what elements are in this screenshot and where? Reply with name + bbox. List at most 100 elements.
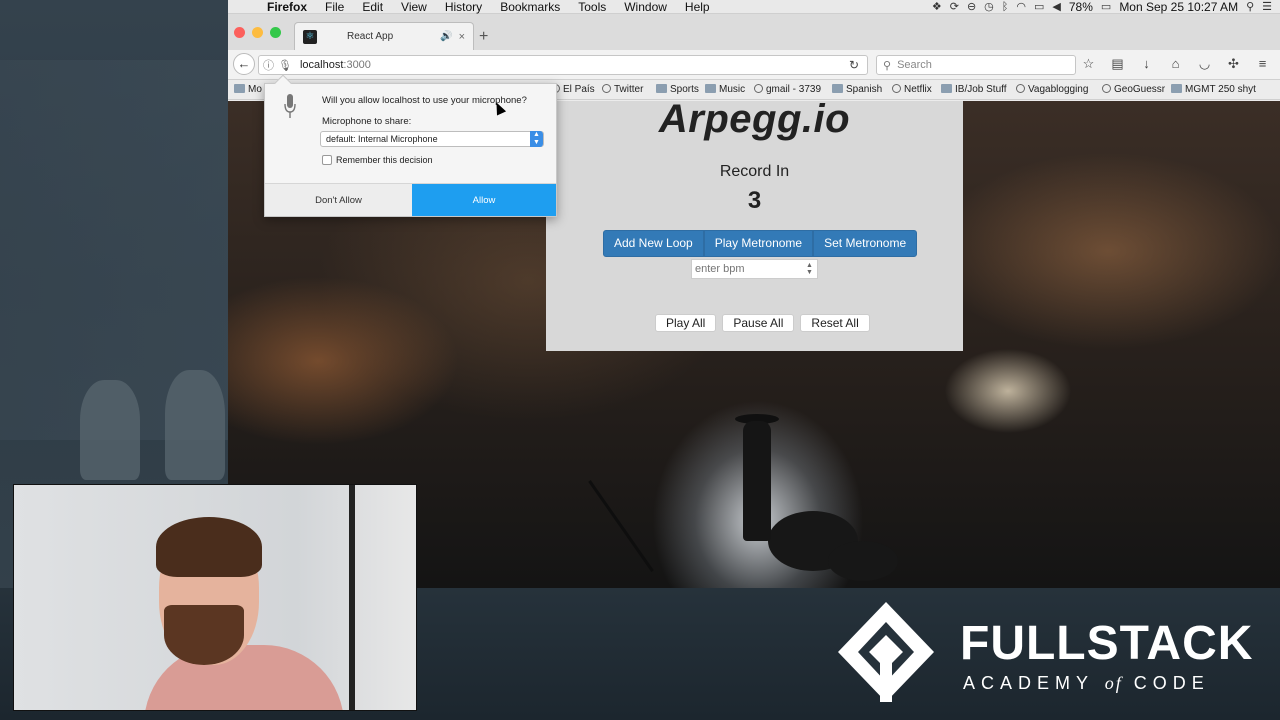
bookmark-folder-icon [941,84,952,93]
webcam-overlay [13,484,417,711]
bookmark-item[interactable]: gmail - 3739 [754,84,821,95]
clock[interactable]: Mon Sep 25 10:27 AM [1119,0,1238,14]
search-icon: ⚲ [883,59,892,72]
bpm-input[interactable] [691,259,818,279]
zoom-window-button[interactable] [270,27,281,38]
microphone-icon[interactable]: 🎙 [278,59,292,72]
dropbox-icon[interactable]: ❖ [932,0,942,13]
pocket-icon[interactable]: ◡ [1194,56,1215,72]
share-label: Microphone to share: [322,116,412,127]
search-input[interactable]: ⚲ Search [876,55,1076,75]
remember-checkbox[interactable] [322,155,332,165]
bookmark-folder-icon [832,84,843,93]
set-metronome-button[interactable]: Set Metronome [813,230,918,257]
navigation-toolbar: ← ⓘ 🎙 localhost :3000 ↻ ⚲ Search ☆ ▤ ↓ ⌂… [228,50,1280,80]
bookmark-item[interactable]: GeoGuessr [1102,84,1165,95]
presenter-beard [164,605,244,665]
macos-menubar: Firefox File Edit View History Bookmarks… [228,0,1280,14]
add-new-loop-button[interactable]: Add New Loop [603,230,704,257]
bookmark-item[interactable]: Vagablogging [1016,84,1088,95]
minimize-window-button[interactable] [252,27,263,38]
bookmark-folder-icon [234,84,245,93]
webcam-pole [349,485,355,710]
volume-icon[interactable]: ◀ [1052,0,1060,13]
app-title: Arpegg.io [658,101,851,141]
record-countdown: 3 [747,187,762,214]
reading-list-icon[interactable]: ▤ [1107,56,1128,72]
url-port: :3000 [343,59,371,71]
search-placeholder: Search [897,59,932,71]
donotdisturb-icon[interactable]: ⊖ [967,0,976,13]
sync-icon[interactable]: ⟳ [950,0,959,13]
extension-icon[interactable]: ✣ [1223,56,1244,72]
spotlight-icon[interactable]: ⚲ [1246,0,1254,13]
dont-allow-button[interactable]: Don't Allow [265,184,412,216]
menu-file[interactable]: File [316,0,353,14]
close-window-button[interactable] [234,27,245,38]
close-tab-icon[interactable]: × [459,31,465,43]
status-area: ❖ ⟳ ⊖ ◷ ᛒ ◠ ▭ ◀ 78% ▭ Mon Sep 25 10:27 A… [932,0,1280,14]
brand-tagline: ACADEMY of CODE [963,673,1210,693]
downloads-icon[interactable]: ↓ [1136,56,1157,72]
bookmark-item[interactable]: MGMT 250 shyt [1171,84,1256,95]
bookmark-item[interactable]: Music [705,84,745,95]
presenter-hair [156,517,262,577]
bookmark-site-icon [754,84,763,93]
notification-center-icon[interactable]: ☰ [1262,0,1272,13]
airplay-icon[interactable]: ▭ [1034,0,1044,13]
fullstack-logo-mark-icon [838,602,934,702]
speaker-icon[interactable]: 🔊 [440,31,452,42]
menu-help[interactable]: Help [676,0,719,14]
bookmark-item[interactable]: El País [551,84,595,95]
bookmark-item[interactable]: Twitter [602,84,643,95]
bookmark-folder-icon [705,84,716,93]
audience-member [165,370,225,480]
menu-tools[interactable]: Tools [569,0,615,14]
menu-history[interactable]: History [436,0,491,14]
bpm-stepper-icon[interactable]: ▲ ▼ [806,262,813,276]
bookmark-star-icon[interactable]: ☆ [1078,56,1099,72]
bluetooth-icon[interactable]: ᛒ [1002,1,1009,13]
tab-strip: ⚛ React App 🔊 × + [228,14,1280,50]
bookmark-item[interactable]: IB/Job Stuff [941,84,1007,95]
bookmark-item[interactable]: Netflix [892,84,932,95]
menu-app-name[interactable]: Firefox [258,0,316,14]
bookmark-item[interactable]: Mo [234,84,262,95]
brand-name: FULLSTACK [960,617,1254,670]
home-icon[interactable]: ⌂ [1165,56,1186,72]
bookmark-folder-icon [656,84,667,93]
allow-button[interactable]: Allow [412,184,556,216]
battery-icon[interactable]: ▭ [1101,0,1111,13]
record-label: Record In [719,163,790,180]
reset-all-button[interactable]: Reset All [800,314,870,332]
reload-icon[interactable]: ↻ [849,58,867,72]
fullstack-logo: FULLSTACK ACADEMY of CODE [836,600,1256,704]
battery-percent[interactable]: 78% [1069,0,1093,14]
remember-decision[interactable]: Remember this decision [322,155,433,165]
pause-all-button[interactable]: Pause All [722,314,795,332]
time-machine-icon[interactable]: ◷ [984,0,994,13]
info-icon[interactable]: ⓘ [263,57,274,73]
url-bar[interactable]: ⓘ 🎙 localhost :3000 ↻ [258,55,868,75]
menu-window[interactable]: Window [615,0,676,14]
back-button[interactable]: ← [233,53,255,75]
menu-bookmarks[interactable]: Bookmarks [491,0,569,14]
microphone-select[interactable]: default: Internal Microphone ▲ ▼ [320,131,544,147]
bookmark-item[interactable]: Spanish [832,84,882,95]
react-favicon-icon: ⚛ [303,29,317,44]
menu-edit[interactable]: Edit [353,0,392,14]
menu-view[interactable]: View [392,0,436,14]
mic-stand [588,480,654,572]
url-host: localhost [299,59,344,71]
microphone-permission-popup: Will you allow localhost to use your mic… [264,74,557,217]
wifi-icon[interactable]: ◠ [1016,0,1026,13]
hamburger-menu-icon[interactable]: ≡ [1252,56,1273,72]
play-all-button[interactable]: Play All [655,314,717,332]
bookmark-site-icon [1102,84,1111,93]
selected-device: default: Internal Microphone [326,134,438,144]
remember-label: Remember this decision [336,155,433,165]
bookmark-item[interactable]: Sports [656,84,699,95]
new-tab-icon[interactable]: + [479,28,488,46]
tab-react-app[interactable]: ⚛ React App 🔊 × [294,22,474,50]
play-metronome-button[interactable]: Play Metronome [703,230,814,257]
